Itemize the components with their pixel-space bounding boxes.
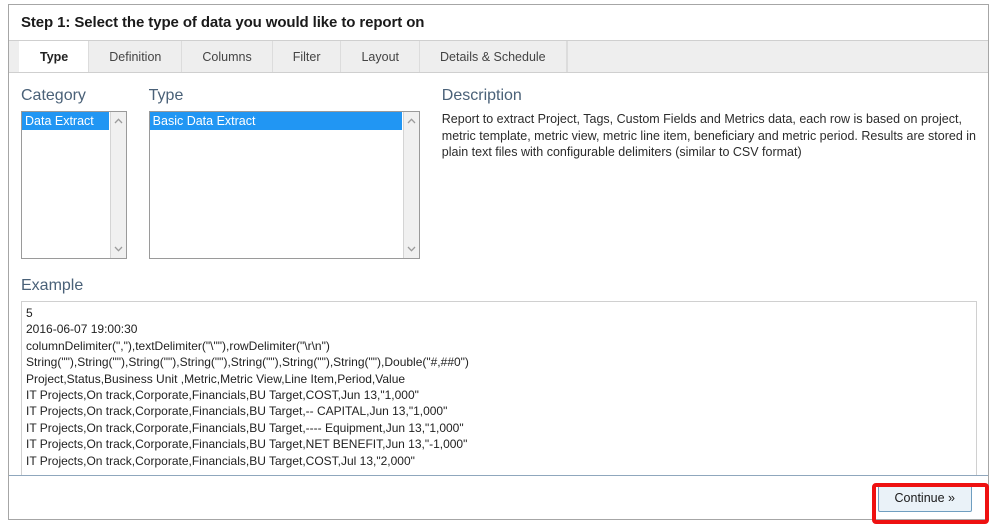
description-text: Report to extract Project, Tags, Custom … — [441, 112, 977, 159]
type-heading: Type — [148, 87, 184, 104]
example-line: IT Projects,On track,Corporate,Financial… — [26, 388, 419, 403]
type-listbox-items: Basic Data Extract — [149, 112, 402, 258]
category-listbox-items: Data Extract — [22, 112, 109, 258]
chevron-up-icon[interactable] — [111, 113, 126, 129]
tab-layout-label: Layout — [361, 49, 400, 64]
tabstrip-filler — [566, 41, 988, 72]
category-scrollbar[interactable] — [109, 112, 126, 258]
example-line: IT Projects,On track,Corporate,Financial… — [26, 404, 448, 419]
type-listbox[interactable]: Basic Data Extract — [148, 111, 420, 259]
example-line: IT Projects,On track,Corporate,Financial… — [26, 453, 415, 468]
tab-filter[interactable]: Filter — [272, 41, 342, 72]
report-wizard-panel: Step 1: Select the type of data you woul… — [8, 4, 989, 520]
type-scrollbar[interactable] — [402, 112, 419, 258]
wizard-footer: Continue » — [9, 475, 988, 519]
tab-layout[interactable]: Layout — [341, 41, 421, 72]
type-option-basic-data-extract[interactable]: Basic Data Extract — [149, 112, 402, 130]
example-line: IT Projects,On track,Corporate,Financial… — [26, 437, 468, 452]
chevron-down-icon[interactable] — [404, 241, 419, 257]
category-column: Category Data Extract — [21, 87, 127, 259]
category-heading: Category — [21, 87, 86, 104]
category-listbox[interactable]: Data Extract — [21, 111, 127, 259]
panel-header: Step 1: Select the type of data you woul… — [9, 5, 988, 41]
tab-details-and-schedule-label: Details & Schedule — [440, 49, 546, 64]
chevron-up-icon[interactable] — [404, 113, 419, 129]
wizard-tabstrip: Type Definition Columns Filter Layout De… — [9, 41, 988, 73]
example-heading: Example — [21, 277, 84, 294]
example-output-box: 5 2016-06-07 19:00:30 columnDelimiter(",… — [21, 301, 977, 478]
example-line: columnDelimiter(","),textDelimiter("\"")… — [26, 338, 330, 353]
tab-definition[interactable]: Definition — [89, 41, 183, 72]
example-line: 2016-06-07 19:00:30 — [26, 322, 138, 337]
type-column: Type Basic Data Extract — [148, 87, 420, 259]
wizard-body: Category Data Extract Type Basic Data Ex… — [9, 73, 988, 482]
chevron-down-icon[interactable] — [111, 241, 126, 257]
tab-columns-label: Columns — [202, 49, 252, 64]
tab-columns[interactable]: Columns — [182, 41, 273, 72]
example-line: IT Projects,On track,Corporate,Financial… — [26, 420, 464, 435]
example-section: Example 5 2016-06-07 19:00:30 columnDeli… — [21, 277, 977, 478]
tab-type[interactable]: Type — [19, 41, 90, 72]
tab-type-label: Type — [40, 49, 69, 64]
example-line: String(""),String(""),String(""),String(… — [26, 355, 469, 370]
tab-definition-label: Definition — [109, 49, 162, 64]
category-option-data-extract[interactable]: Data Extract — [22, 112, 109, 130]
type-selection-row: Category Data Extract Type Basic Data Ex… — [9, 73, 988, 259]
description-column: Description Report to extract Project, T… — [442, 87, 988, 259]
page-title: Step 1: Select the type of data you woul… — [21, 14, 425, 31]
example-line: 5 — [26, 306, 33, 320]
continue-button[interactable]: Continue » — [877, 483, 972, 512]
tab-details-and-schedule[interactable]: Details & Schedule — [420, 41, 567, 72]
tab-filter-label: Filter — [292, 49, 321, 64]
example-line: Project,Status,Business Unit ,Metric,Met… — [26, 371, 406, 386]
description-heading: Description — [441, 87, 522, 104]
